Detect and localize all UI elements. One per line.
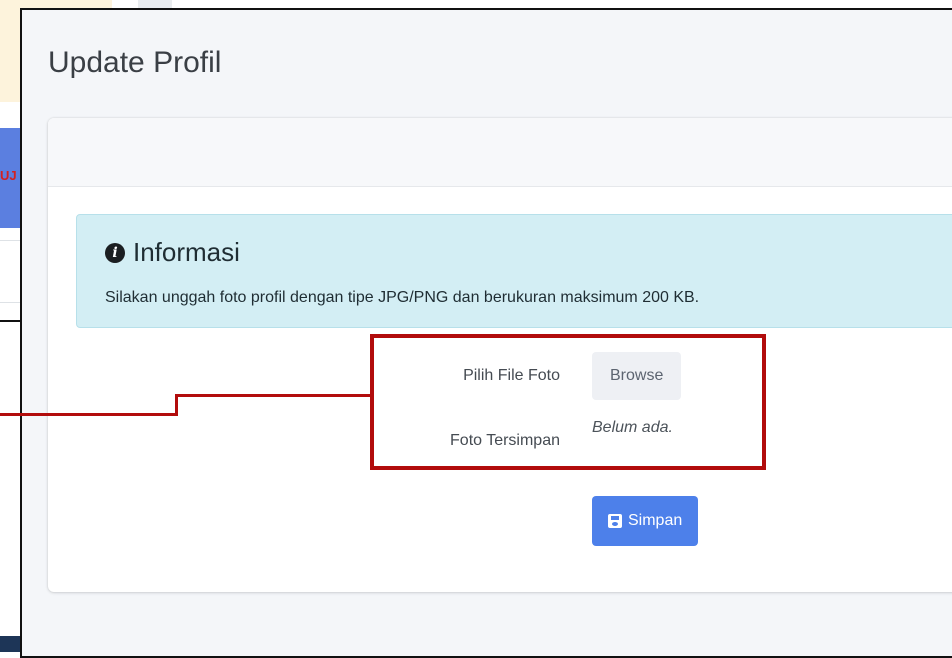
annotation-callout-line [0, 413, 178, 416]
annotation-callout-line [175, 394, 372, 397]
alert-title: Informasi [133, 237, 240, 267]
background-divider [0, 102, 22, 108]
info-alert: i Informasi Silakan unggah foto profil d… [76, 214, 952, 328]
background-divider-line [0, 302, 22, 303]
floppy-disk-icon [608, 514, 622, 528]
background-divider-line [0, 240, 22, 241]
annotation-callout-line [175, 394, 178, 416]
background-button-text: UJ [0, 168, 17, 183]
background-frame [0, 320, 22, 652]
annotation-highlight-box [370, 334, 766, 470]
save-button-label: Simpan [628, 512, 683, 529]
info-circle-icon: i [105, 242, 125, 263]
alert-message: Silakan unggah foto profil dengan tipe J… [105, 289, 700, 306]
alert-heading: i Informasi [105, 237, 240, 268]
save-button[interactable]: Simpan [592, 496, 699, 546]
card-header [48, 118, 952, 187]
profile-update-panel: Update Profil i Informasi Silakan unggah… [20, 8, 952, 658]
page-title: Update Profil [48, 46, 222, 79]
